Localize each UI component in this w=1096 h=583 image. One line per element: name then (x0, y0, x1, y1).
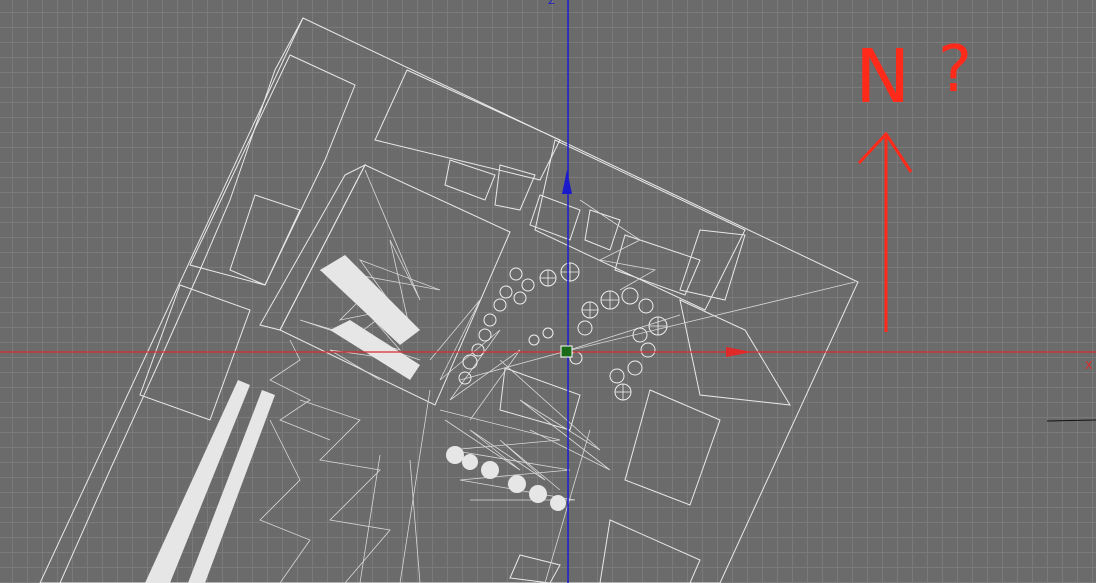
pivot-gizmo[interactable] (560, 345, 573, 358)
triangulated-mesh (259, 169, 856, 583)
north-label: N (855, 34, 911, 120)
3d-viewport[interactable]: Z X N ? (0, 0, 1096, 583)
wireframe-scene (0, 0, 1096, 583)
site-outline (39, 17, 859, 583)
x-axis-label: X (1085, 359, 1093, 372)
arrow-up-icon (857, 131, 913, 332)
x-axis (0, 347, 1096, 357)
z-axis-label: Z (548, 0, 555, 7)
edge-line (1046, 419, 1096, 422)
trees (458, 262, 668, 401)
building-outlines (139, 54, 791, 583)
question-mark: ? (938, 33, 972, 107)
